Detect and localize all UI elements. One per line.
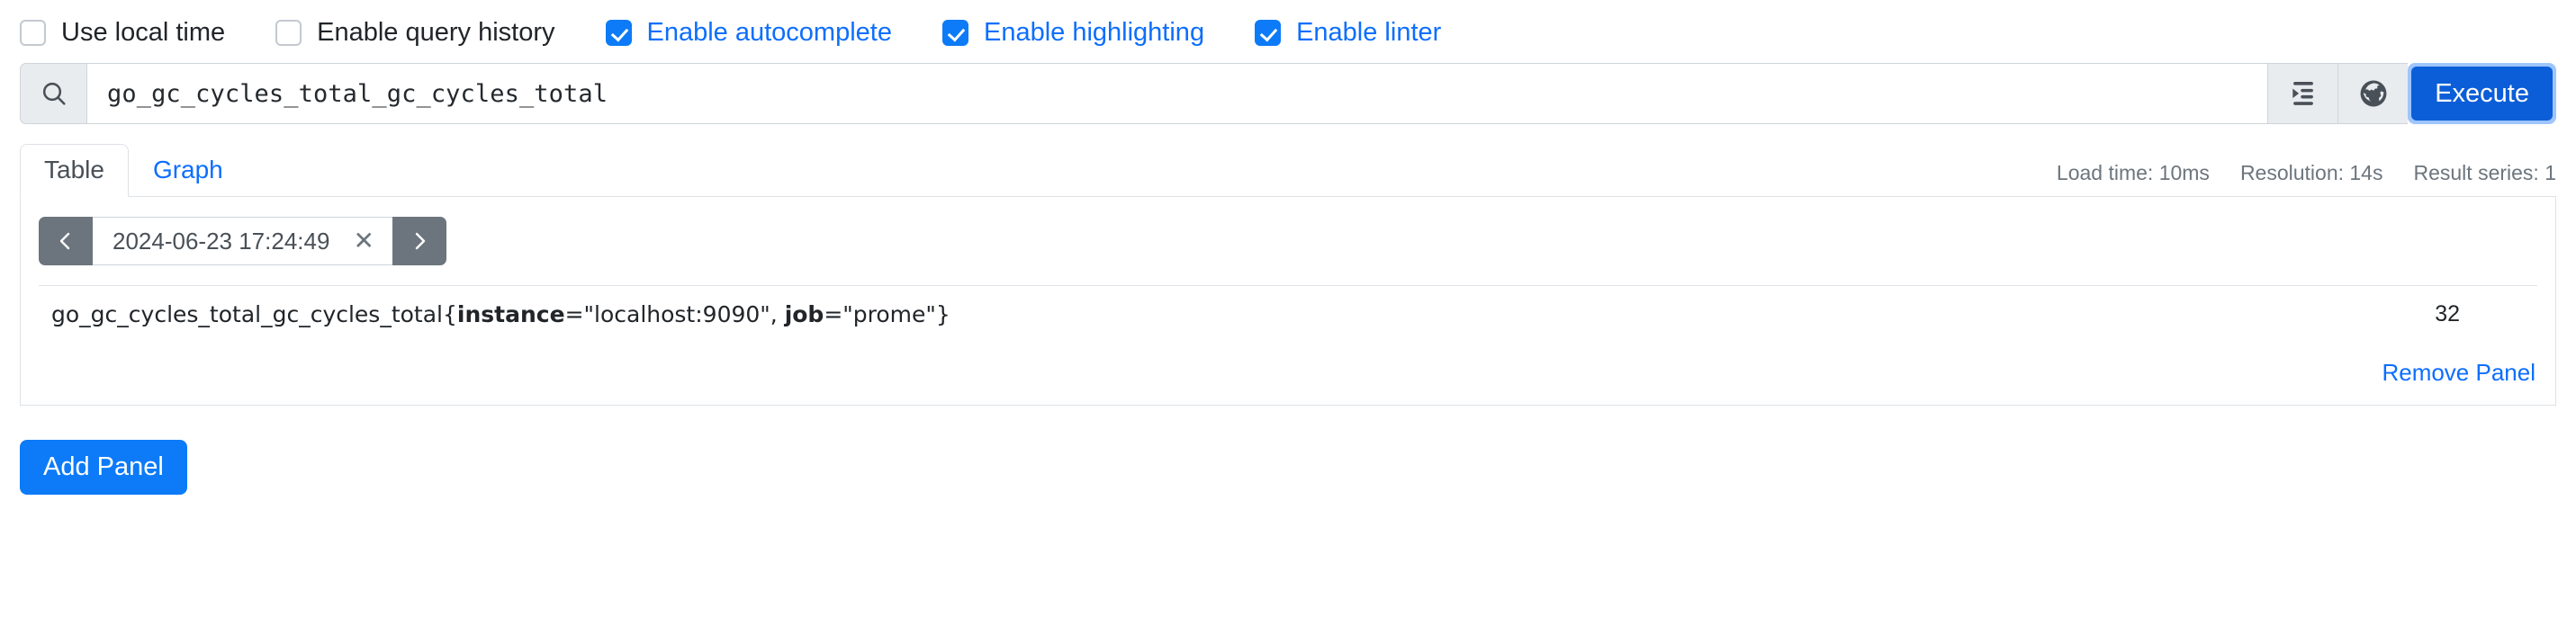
result-value-cell: 32 [2259, 285, 2537, 343]
label-key-job: job [784, 301, 824, 327]
query-stats: Load time: 10ms Resolution: 14s Result s… [2057, 161, 2556, 196]
option-enable-autocomplete[interactable]: Enable autocomplete [605, 17, 892, 47]
evaluation-time-picker: 2024-06-23 17:24:49 ✕ [39, 217, 446, 265]
add-panel-button[interactable]: Add Panel [20, 440, 187, 495]
query-page: Use local time Enable query history Enab… [0, 0, 2576, 495]
option-enable-linter[interactable]: Enable linter [1255, 17, 1442, 47]
tab-graph[interactable]: Graph [129, 144, 248, 197]
metric-name: go_gc_cycles_total_gc_cycles_total [51, 301, 443, 327]
label-separator: , [770, 301, 785, 327]
execute-button[interactable]: Execute [2411, 67, 2553, 121]
format-expression-icon[interactable] [2267, 63, 2338, 124]
result-panel: 2024-06-23 17:24:49 ✕ go_gc_cycles_total… [20, 196, 2556, 406]
expression-input-value: go_gc_cycles_total_gc_cycles_total [107, 79, 608, 108]
evaluation-time-row: 2024-06-23 17:24:49 ✕ [39, 217, 2537, 265]
execute-button-focus-ring: Execute [2408, 63, 2556, 124]
label-eq-job: = [824, 301, 843, 327]
stat-load-time: Load time: 10ms [2056, 161, 2210, 184]
checkbox-enable-linter[interactable] [1255, 19, 1282, 46]
label-value-instance: "localhost:9090" [583, 301, 770, 327]
option-label-enable-autocomplete: Enable autocomplete [646, 17, 892, 47]
checkbox-use-local-time[interactable] [20, 19, 46, 46]
search-icon [20, 63, 86, 124]
label-brace-close: } [935, 301, 950, 327]
option-enable-highlighting[interactable]: Enable highlighting [941, 17, 1205, 47]
table-row: go_gc_cycles_total_gc_cycles_total{insta… [39, 285, 2537, 343]
clear-time-icon[interactable]: ✕ [353, 228, 374, 254]
option-use-local-time[interactable]: Use local time [20, 17, 226, 47]
evaluation-time-input[interactable]: 2024-06-23 17:24:49 ✕ [93, 217, 392, 265]
tab-table[interactable]: Table [20, 144, 129, 197]
add-panel-row: Add Panel [20, 440, 2556, 495]
stat-resolution: Resolution: 14s [2239, 161, 2383, 184]
metrics-explorer-globe-icon[interactable] [2337, 63, 2409, 124]
expression-input[interactable]: go_gc_cycles_total_gc_cycles_total [86, 63, 2268, 124]
label-value-job: "prome" [842, 301, 936, 327]
label-eq-instance: = [564, 301, 584, 327]
query-options-row: Use local time Enable query history Enab… [20, 0, 2556, 56]
query-input-bar: go_gc_cycles_total_gc_cycles_total Execu… [20, 63, 2556, 124]
option-enable-query-history[interactable]: Enable query history [275, 17, 555, 47]
remove-panel-row: Remove Panel [39, 359, 2537, 387]
option-label-enable-linter: Enable linter [1296, 17, 1442, 47]
result-tabs-row: Table Graph Load time: 10ms Resolution: … [20, 144, 2556, 197]
chevron-right-icon[interactable] [392, 217, 446, 265]
checkbox-enable-autocomplete[interactable] [605, 19, 632, 46]
chevron-left-icon[interactable] [39, 217, 93, 265]
option-label-use-local-time: Use local time [61, 17, 226, 47]
evaluation-time-value: 2024-06-23 17:24:49 [113, 227, 330, 255]
checkbox-enable-highlighting[interactable] [941, 19, 968, 46]
stat-result-series: Result series: 1 [2413, 161, 2556, 184]
option-label-enable-query-history: Enable query history [317, 17, 555, 47]
label-brace-open: { [443, 301, 457, 327]
remove-panel-link[interactable]: Remove Panel [2382, 359, 2535, 387]
label-key-instance: instance [456, 301, 565, 327]
results-table: go_gc_cycles_total_gc_cycles_total{insta… [39, 285, 2537, 343]
checkbox-enable-query-history[interactable] [275, 19, 302, 46]
result-metric-cell: go_gc_cycles_total_gc_cycles_total{insta… [39, 285, 2260, 343]
option-label-enable-highlighting: Enable highlighting [983, 17, 1205, 47]
